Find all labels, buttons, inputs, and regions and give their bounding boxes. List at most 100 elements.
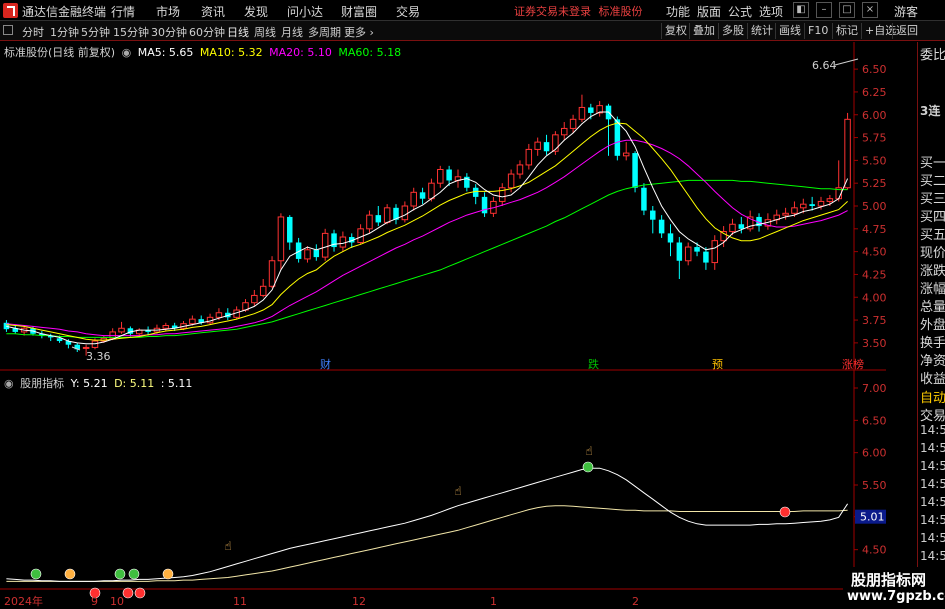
skin-icon[interactable]: ◧ — [793, 2, 809, 18]
menu-faxian[interactable]: 发现 — [244, 3, 268, 20]
period-60min[interactable]: 60分钟 — [189, 24, 225, 40]
candle-body-down — [641, 187, 647, 211]
period-1min[interactable]: 1分钟 — [50, 24, 79, 40]
candle-body-up — [268, 260, 276, 287]
candle-body-up — [251, 294, 258, 304]
tool-fuquan[interactable]: 复权 — [661, 23, 690, 39]
candle-body-up — [817, 200, 825, 207]
tool-back[interactable]: 返回 — [892, 23, 921, 39]
login-notice[interactable]: 证券交易未登录 标准股份 — [514, 3, 643, 19]
price-axis-label: 5.75 — [862, 132, 886, 145]
guest-user[interactable]: 游客 — [894, 3, 918, 20]
settings-circle-icon[interactable]: ◉ — [122, 46, 132, 59]
candle-body-down — [658, 219, 665, 234]
minimize-icon[interactable]: – — [816, 2, 832, 18]
candle-body-up — [259, 285, 267, 296]
tool-huaxian[interactable]: 画线 — [775, 23, 804, 39]
tool-tongji[interactable]: 统计 — [747, 23, 776, 39]
menu-banmian[interactable]: 版面 — [697, 3, 721, 20]
tool-diejia[interactable]: 叠加 — [689, 23, 718, 39]
quote-panel-item: 委比 — [920, 48, 945, 63]
close-icon[interactable]: × — [862, 2, 878, 18]
app-logo-icon — [3, 3, 18, 18]
chart-area[interactable]: 6.50 6.25 6.00 5.75 5.50 5.25 5.00 4.75 4.50 4.25… — [0, 42, 886, 609]
menu-hangqing[interactable]: 行情 — [111, 3, 135, 20]
indicator-legend: ◉ 股朋指标 Y: 5.21 D: 5.11 : 5.11 — [4, 375, 195, 391]
indicator-axis-label: 4.50 — [862, 544, 886, 557]
tool-duogu[interactable]: 多股 — [718, 23, 747, 39]
quote-panel-item: 买三 — [920, 192, 945, 207]
quote-panel-item: 买五 — [920, 228, 945, 243]
price-axis-label: 6.50 — [862, 63, 886, 76]
candle-body-up — [560, 127, 568, 136]
price-axis-label: 4.25 — [862, 268, 886, 281]
quote-panel-item: 收益 — [920, 372, 945, 387]
candle-body-up — [162, 325, 170, 329]
date-label: 2024年 — [4, 594, 43, 608]
app-name: 通达信金融终端 — [22, 5, 107, 19]
signal-dot — [30, 568, 42, 580]
signal-dot — [162, 568, 174, 580]
candle-body-down — [446, 169, 452, 181]
ma10-label: MA10: 5.32 — [199, 46, 263, 59]
tool-f10[interactable]: F10 — [804, 23, 831, 39]
quote-panel-item: 14:55 — [920, 549, 945, 563]
price-axis-label: 6.25 — [862, 86, 886, 99]
menu-shichang[interactable]: 市场 — [156, 3, 180, 20]
menu-caifuquan[interactable]: 财富圈 — [341, 3, 377, 20]
menu-zixun[interactable]: 资讯 — [201, 3, 225, 20]
hand-pointer-icon: ☝ — [454, 484, 461, 498]
signal-dot — [122, 587, 134, 599]
maximize-icon[interactable]: □ — [839, 2, 855, 18]
date-label: 11 — [233, 595, 247, 608]
collapse-icon[interactable] — [3, 25, 13, 35]
event-marker: 涨榜 — [842, 357, 864, 371]
candle-body-up — [711, 240, 719, 264]
period-30min[interactable]: 30分钟 — [151, 24, 187, 40]
period-fenshi[interactable]: 分时 — [22, 24, 44, 40]
price-axis-label: 4.75 — [862, 223, 886, 236]
stock-link[interactable]: 标准股份 — [599, 5, 643, 18]
period-monthly[interactable]: 月线 — [281, 24, 303, 40]
stock-title: 标准股份(日线 前复权) — [4, 46, 116, 59]
period-5min[interactable]: 5分钟 — [81, 24, 110, 40]
menu-xuanxiang[interactable]: 选项 — [759, 3, 783, 20]
indicator-y-line — [6, 467, 849, 582]
quote-panel-item: 3连 — [920, 104, 941, 118]
candle-body-up — [578, 106, 586, 120]
watermark-title: 股朋指标网 — [851, 571, 927, 589]
event-marker: 财 — [320, 357, 331, 371]
period-multi[interactable]: 多周期 — [308, 24, 341, 40]
period-15min[interactable]: 15分钟 — [113, 24, 149, 40]
period-weekly[interactable]: 周线 — [254, 24, 276, 40]
indicator-y-label: Y: 5.21 — [70, 377, 108, 390]
candle-body-down — [676, 242, 683, 261]
kline-chart[interactable]: 6.50 6.25 6.00 5.75 5.50 5.25 5.00 4.75 4.50 4.25… — [0, 42, 886, 609]
menu-wenxiaoda[interactable]: 问小达 — [287, 3, 323, 20]
main-legend: 标准股份(日线 前复权) ◉ MA5: 5.65 MA10: 5.32 MA20… — [4, 44, 404, 60]
signal-dot — [779, 506, 791, 518]
indicator-settings-icon[interactable]: ◉ — [4, 377, 14, 390]
quote-panel-item: 14:55 — [920, 459, 945, 473]
candle-body-up — [516, 164, 524, 175]
indicator-axis-label: 7.00 — [862, 382, 886, 395]
candle-body-down — [650, 210, 656, 220]
quote-panel-item: 换手 — [920, 336, 945, 351]
quote-panel-item: 净资 — [920, 354, 945, 369]
candle-body-up — [357, 228, 364, 243]
period-more[interactable]: 更多 › — [344, 24, 374, 40]
signal-dot — [134, 587, 146, 599]
price-axis-label: 3.75 — [862, 314, 886, 327]
menu-gongshi[interactable]: 公式 — [728, 3, 752, 20]
candle-body-down — [614, 119, 621, 156]
candle-body-up — [189, 318, 196, 325]
tool-biaoji[interactable]: 标记 — [832, 23, 861, 39]
quote-panel-item: 外盘 — [920, 318, 945, 333]
candle-body-up — [791, 207, 798, 214]
watermark-url: www.7gpzb.com — [847, 589, 945, 604]
quote-panel-item: 买四 — [920, 210, 945, 225]
menu-jiaoyi[interactable]: 交易 — [396, 3, 420, 20]
menu-gongneng[interactable]: 功能 — [666, 3, 690, 20]
quote-panel-item: 14:55 — [920, 531, 945, 545]
period-daily[interactable]: 日线 — [227, 24, 249, 40]
